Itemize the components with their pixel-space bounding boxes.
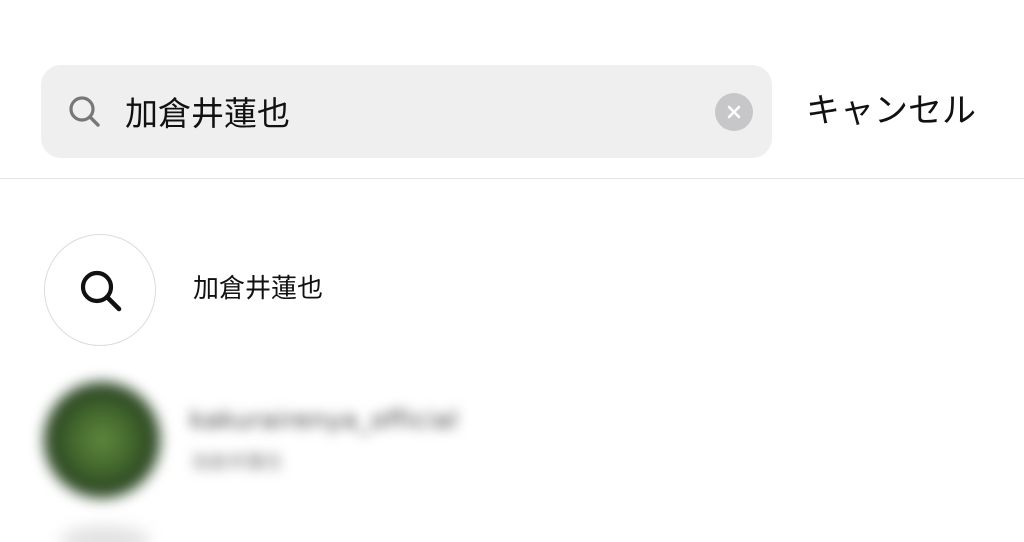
search-icon xyxy=(65,92,105,132)
search-icon xyxy=(80,270,122,312)
search-bar[interactable] xyxy=(41,65,772,158)
account-username: kakurairenya_official xyxy=(190,406,459,434)
account-result-row[interactable]: kakurairenya_official 加倉井蓮也 xyxy=(0,370,1024,500)
suggestion-label: 加倉井蓮也 xyxy=(193,274,324,304)
suggestion-icon-circle xyxy=(44,234,156,346)
close-icon xyxy=(727,105,741,119)
next-result-avatar xyxy=(60,526,150,542)
cancel-button[interactable]: キャンセル xyxy=(806,86,976,136)
clear-search-button[interactable] xyxy=(715,93,753,131)
account-subtitle: 加倉井蓮也 xyxy=(192,452,282,473)
search-screen: キャンセル 加倉井蓮也 kakurairenya_official 加倉井蓮也 xyxy=(0,0,1024,542)
avatar xyxy=(44,382,160,498)
header-divider xyxy=(0,178,1024,179)
search-suggestion-row[interactable]: 加倉井蓮也 xyxy=(0,232,1024,350)
search-input[interactable] xyxy=(125,83,695,139)
